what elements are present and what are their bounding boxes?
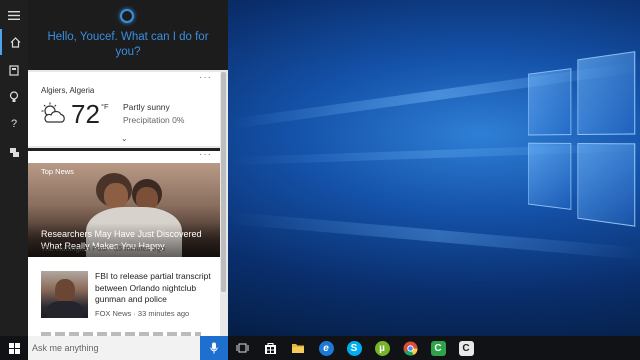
cortana-circle-icon xyxy=(120,9,134,23)
panel-scrollbar[interactable] xyxy=(221,72,226,292)
help-button[interactable]: ? xyxy=(0,111,28,137)
weather-city: Algiers, Algeria xyxy=(41,86,95,95)
lightbulb-icon xyxy=(9,91,19,102)
news-card-menu-button[interactable]: ··· xyxy=(199,149,212,160)
notebook-icon xyxy=(9,64,19,76)
file-explorer-button[interactable] xyxy=(284,336,312,360)
story-thumbnail[interactable] xyxy=(41,271,88,318)
utorrent-icon: µ xyxy=(374,340,390,356)
chrome-button[interactable] xyxy=(396,336,424,360)
weather-card-menu-button[interactable]: ··· xyxy=(199,72,212,83)
camtasia-icon: C xyxy=(430,340,446,356)
story-headline[interactable]: FBI to release partial transcript betwee… xyxy=(95,271,217,306)
store-button[interactable] xyxy=(256,336,284,360)
start-button[interactable] xyxy=(0,336,28,360)
windows-logo-light xyxy=(527,45,640,234)
utorrent-button[interactable]: µ xyxy=(368,336,396,360)
feedback-icon xyxy=(9,147,19,157)
chrome-icon xyxy=(403,341,418,356)
weather-condition: Partly sunny xyxy=(123,102,170,112)
hamburger-icon xyxy=(8,10,20,20)
task-view-icon xyxy=(236,343,248,353)
store-icon xyxy=(264,342,276,354)
cortana-greeting: Hello, Youcef. What can I do for you? xyxy=(47,31,209,58)
weather-precipitation: Precipitation 0% xyxy=(123,115,185,125)
question-mark-icon: ? xyxy=(10,118,18,130)
weather-temperature: 72 xyxy=(71,99,100,129)
news-card: ··· Top News Researchers May Have Just D… xyxy=(28,149,220,336)
top-story-image[interactable]: Top News Researchers May Have Just Disco… xyxy=(28,163,220,257)
weather-unit: °F xyxy=(101,102,109,111)
cortana-header: Hello, Youcef. What can I do for you? xyxy=(28,0,228,70)
search-input[interactable] xyxy=(32,340,192,356)
feedback-button[interactable] xyxy=(0,139,28,165)
story-source: FOX News · 33 minutes ago xyxy=(95,309,190,318)
microphone-button[interactable] xyxy=(200,336,228,360)
notebook-button[interactable] xyxy=(0,57,28,83)
edge-icon: e xyxy=(318,340,334,356)
home-icon xyxy=(10,36,20,48)
taskbar: e S µ C C xyxy=(0,336,640,360)
cortana-rail: ? xyxy=(0,0,28,336)
skype-icon: S xyxy=(346,340,362,356)
microphone-icon xyxy=(210,342,218,354)
camtasia-recorder-icon: C xyxy=(458,340,474,356)
edge-button[interactable]: e xyxy=(312,336,340,360)
skype-button[interactable]: S xyxy=(340,336,368,360)
partly-sunny-icon xyxy=(41,102,65,123)
camtasia-recorder-button[interactable]: C xyxy=(452,336,480,360)
chevron-down-icon[interactable]: ⌄ xyxy=(121,134,128,143)
windows-logo-icon xyxy=(8,342,20,354)
reminders-button[interactable] xyxy=(0,84,28,110)
task-view-button[interactable] xyxy=(228,336,256,360)
weather-card[interactable]: ··· Algiers, Algeria 72 °F Partly sunny … xyxy=(28,72,220,146)
cortana-panel: Hello, Youcef. What can I do for you? ··… xyxy=(28,0,228,336)
hamburger-menu-button[interactable] xyxy=(0,2,28,28)
top-story-source: The Huffington Post · 35 minutes ago xyxy=(41,244,166,253)
news-section-label: Top News xyxy=(41,167,74,176)
camtasia-button[interactable]: C xyxy=(424,336,452,360)
cortana-search-box[interactable] xyxy=(28,336,228,360)
home-button[interactable] xyxy=(0,29,28,55)
folder-icon xyxy=(292,344,304,353)
